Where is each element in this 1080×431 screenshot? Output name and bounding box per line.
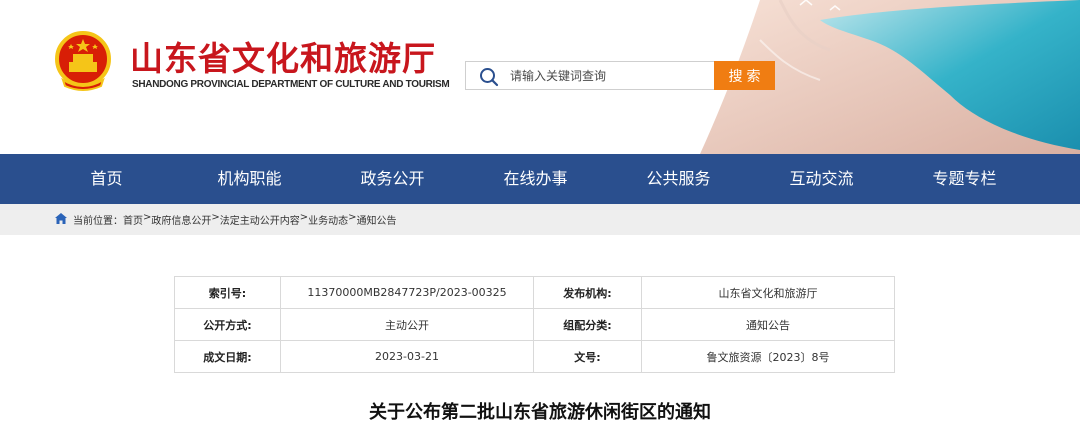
nav-item-public-services[interactable]: 公共服务 bbox=[607, 154, 750, 204]
breadcrumb-separator: > bbox=[299, 212, 309, 223]
nav-item-gov-affairs[interactable]: 政务公开 bbox=[321, 154, 464, 204]
meta-key: 索引号: bbox=[174, 276, 281, 309]
nav-item-special-topics[interactable]: 专题专栏 bbox=[893, 154, 1036, 204]
breadcrumb-separator: > bbox=[143, 212, 152, 223]
main-nav: 首页 机构职能 政务公开 在线办事 公共服务 互动交流 专题专栏 bbox=[0, 154, 1080, 204]
meta-key: 成文日期: bbox=[174, 340, 281, 373]
meta-key: 发布机构: bbox=[533, 276, 642, 309]
nav-item-online-services[interactable]: 在线办事 bbox=[464, 154, 607, 204]
document-meta-table: 索引号: 11370000MB2847723P/2023-00325 发布机构:… bbox=[174, 276, 895, 373]
national-emblem-icon bbox=[55, 31, 111, 91]
meta-key: 文号: bbox=[533, 340, 642, 373]
table-row: 公开方式: 主动公开 组配分类: 通知公告 bbox=[174, 308, 895, 341]
site-title: 山东省文化和旅游厅 bbox=[130, 39, 436, 78]
meta-key: 公开方式: bbox=[174, 308, 281, 341]
breadcrumb-item-business[interactable]: 业务动态 bbox=[308, 212, 348, 227]
breadcrumb-prefix: 当前位置： bbox=[73, 216, 123, 227]
meta-key: 组配分类: bbox=[533, 308, 642, 341]
nav-item-home[interactable]: 首页 bbox=[35, 154, 178, 204]
breadcrumb-item-statutory[interactable]: 法定主动公开内容 bbox=[220, 212, 300, 227]
meta-value: 通知公告 bbox=[641, 308, 895, 341]
meta-value: 鲁文旅资源〔2023〕8号 bbox=[641, 340, 895, 373]
meta-value: 2023-03-21 bbox=[280, 340, 534, 373]
table-row: 索引号: 11370000MB2847723P/2023-00325 发布机构:… bbox=[174, 276, 895, 309]
meta-value: 山东省文化和旅游厅 bbox=[641, 276, 895, 309]
search-box bbox=[465, 61, 714, 90]
nav-item-interaction[interactable]: 互动交流 bbox=[750, 154, 893, 204]
breadcrumb-item-gov-info[interactable]: 政府信息公开 bbox=[151, 212, 211, 227]
search-input[interactable] bbox=[510, 62, 710, 89]
breadcrumb-item-home[interactable]: 首页 bbox=[123, 212, 143, 227]
search-icon bbox=[480, 68, 499, 87]
breadcrumb-separator: > bbox=[211, 212, 220, 223]
breadcrumb: 当前位置： 首页 > 政府信息公开 > 法定主动公开内容 > 业务动态 > 通知… bbox=[73, 212, 397, 227]
document-title: 关于公布第二批山东省旅游休闲街区的通知 bbox=[369, 402, 711, 423]
site-header: 山东省文化和旅游厅 SHANDONG PROVINCIAL DEPARTMENT… bbox=[0, 0, 1080, 154]
search-button[interactable]: 搜索 bbox=[714, 61, 775, 90]
breadcrumb-separator: > bbox=[348, 212, 357, 223]
meta-value: 11370000MB2847723P/2023-00325 bbox=[280, 276, 534, 309]
site-subtitle: SHANDONG PROVINCIAL DEPARTMENT OF CULTUR… bbox=[132, 79, 450, 90]
meta-value: 主动公开 bbox=[280, 308, 534, 341]
home-icon bbox=[55, 213, 67, 224]
breadcrumb-item-notices[interactable]: 通知公告 bbox=[357, 212, 397, 227]
table-row: 成文日期: 2023-03-21 文号: 鲁文旅资源〔2023〕8号 bbox=[174, 340, 895, 373]
nav-item-functions[interactable]: 机构职能 bbox=[178, 154, 321, 204]
